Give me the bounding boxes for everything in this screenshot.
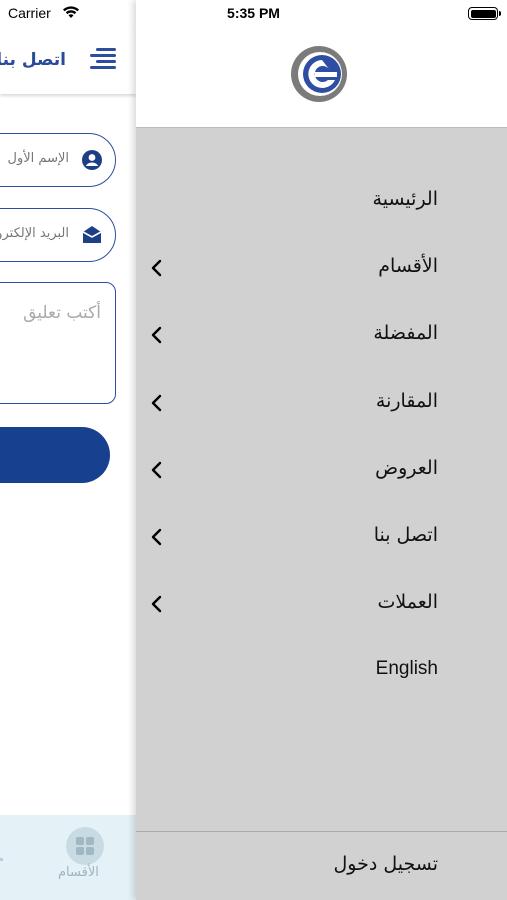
menu-item-currencies[interactable]: العملات xyxy=(136,571,507,638)
login-button[interactable]: تسجيل دخول xyxy=(334,853,439,875)
menu-item-label: الرئيسية xyxy=(372,188,438,210)
envelope-icon xyxy=(82,226,102,243)
chevron-left-icon xyxy=(151,461,162,478)
email-field[interactable]: البريد الإلكتروني xyxy=(0,208,116,262)
tab-indicator xyxy=(0,858,3,861)
comment-field[interactable]: أكتب تعليق xyxy=(0,282,116,404)
menu-item-label: الأقسام xyxy=(378,255,438,278)
drawer-menu: الرئيسية الأقسام المفضلة المقارنة العروض… xyxy=(136,168,507,706)
first-name-placeholder: الإسم الأول xyxy=(7,151,69,166)
menu-item-home[interactable]: الرئيسية xyxy=(136,168,507,235)
menu-icon[interactable] xyxy=(88,46,118,72)
status-bar: Carrier 5:35 PM xyxy=(0,0,507,28)
comment-placeholder: أكتب تعليق xyxy=(23,303,101,323)
menu-item-contact[interactable]: اتصل بنا xyxy=(136,504,507,571)
menu-item-language[interactable]: English xyxy=(136,638,507,705)
tab-categories-label[interactable]: الأقسام xyxy=(58,865,99,880)
chevron-left-icon xyxy=(151,595,162,613)
menu-item-label: العملات xyxy=(377,591,438,614)
brand-logo-icon xyxy=(291,46,347,102)
page-title: اتصل بنا xyxy=(0,50,66,70)
page-header: اتصل بنا xyxy=(0,28,136,94)
menu-item-compare[interactable]: المقارنة xyxy=(136,370,507,437)
menu-item-favorites[interactable]: المفضلة xyxy=(136,302,507,369)
contact-page: اتصل بنا الإسم الأول البريد الإلكتروني أ… xyxy=(0,0,136,900)
email-placeholder: البريد الإلكتروني xyxy=(0,226,69,241)
menu-item-offers[interactable]: العروض xyxy=(136,437,507,504)
clock: 5:35 PM xyxy=(227,5,280,21)
chevron-left-icon xyxy=(151,327,162,344)
tab-bar: الأقسام xyxy=(0,815,136,900)
chevron-left-icon xyxy=(151,259,162,277)
menu-item-label: اتصل بنا xyxy=(373,523,438,546)
user-icon xyxy=(82,150,102,170)
menu-item-label: المفضلة xyxy=(373,322,438,345)
grid-icon[interactable] xyxy=(66,827,104,865)
first-name-field[interactable]: الإسم الأول xyxy=(0,133,116,187)
drawer-divider xyxy=(136,831,507,832)
menu-item-label: المقارنة xyxy=(375,389,438,412)
menu-item-categories[interactable]: الأقسام xyxy=(136,235,507,302)
menu-item-label: العروض xyxy=(375,456,438,479)
chevron-left-icon xyxy=(151,528,162,546)
chevron-left-icon xyxy=(151,394,162,411)
submit-button[interactable] xyxy=(0,427,110,483)
menu-item-label: English xyxy=(375,658,438,680)
battery-icon xyxy=(468,7,501,20)
side-drawer: الرئيسية الأقسام المفضلة المقارنة العروض… xyxy=(136,0,507,900)
